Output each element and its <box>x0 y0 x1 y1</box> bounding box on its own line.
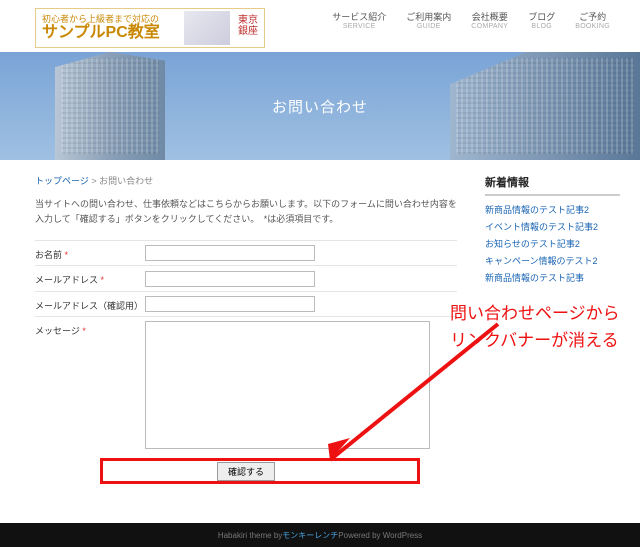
hero-building-right <box>450 52 640 160</box>
breadcrumb-sep: > <box>91 176 96 186</box>
req-mark: * <box>101 275 105 285</box>
site-logo[interactable]: 初心者から上級者まで対応の サンプルPC教室 東京 銀座 <box>35 8 265 48</box>
page-title: お問い合わせ <box>272 96 368 117</box>
news-item[interactable]: キャンペーン情報のテスト2 <box>485 253 620 270</box>
annotation-arrow <box>300 310 540 480</box>
hero: お問い合わせ <box>0 52 640 160</box>
footer-text2: Powered by WordPress <box>338 531 422 540</box>
nav-booking[interactable]: ご予約 BOOKING <box>565 8 620 32</box>
req-mark: * <box>65 250 69 260</box>
breadcrumb-home[interactable]: トップページ <box>35 176 89 186</box>
input-email[interactable] <box>145 271 315 287</box>
label-email: メールアドレス <box>35 275 98 285</box>
brand-location: 東京 銀座 <box>238 15 258 37</box>
brand-photo <box>184 11 230 45</box>
hero-building-left <box>55 52 165 160</box>
global-nav: サービス紹介 SERVICE ご利用案内 GUIDE 会社概要 COMPANY … <box>322 8 620 32</box>
news-item[interactable]: 新商品情報のテスト記事 <box>485 270 620 287</box>
label-name: お名前 <box>35 250 62 260</box>
row-name: お名前 * <box>35 240 457 266</box>
news-item[interactable]: イベント情報のテスト記事2 <box>485 219 620 236</box>
label-message: メッセージ <box>35 326 80 336</box>
breadcrumb: トップページ > お問い合わせ <box>35 174 457 187</box>
footer-text1: Habakiri theme by <box>218 531 282 540</box>
label-email2: メールアドレス（確認用） <box>35 301 143 311</box>
footer: Habakiri theme by モンキーレンチ Powered by Wor… <box>0 523 640 547</box>
nav-service[interactable]: サービス紹介 SERVICE <box>322 8 396 32</box>
header-bar: 初心者から上級者まで対応の サンプルPC教室 東京 銀座 サービス紹介 SERV… <box>0 0 640 52</box>
breadcrumb-current: お問い合わせ <box>99 176 153 186</box>
nav-company[interactable]: 会社概要 COMPANY <box>461 8 518 32</box>
annotation-box <box>100 458 420 484</box>
news-list: 新商品情報のテスト記事2 イベント情報のテスト記事2 お知らせのテスト記事2 キ… <box>485 202 620 287</box>
input-name[interactable] <box>145 245 315 261</box>
row-email: メールアドレス * <box>35 265 457 291</box>
nav-blog[interactable]: ブログ BLOG <box>518 8 565 32</box>
news-item[interactable]: お知らせのテスト記事2 <box>485 236 620 253</box>
footer-link[interactable]: モンキーレンチ <box>282 530 338 541</box>
banner-removed-area <box>0 493 640 523</box>
input-email-confirm[interactable] <box>145 296 315 312</box>
lead-text: 当サイトへの問い合わせ、仕事依頼などはこちらからお願いします。以下のフォームに問… <box>35 197 457 228</box>
sidebar-heading: 新着情報 <box>485 174 620 196</box>
req-mark: * <box>82 326 86 336</box>
nav-guide[interactable]: ご利用案内 GUIDE <box>396 8 461 32</box>
news-item[interactable]: 新商品情報のテスト記事2 <box>485 202 620 219</box>
